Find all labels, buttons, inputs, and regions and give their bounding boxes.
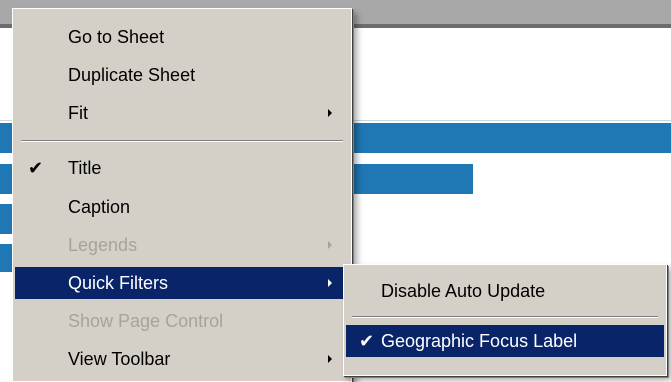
- menu-item-fit[interactable]: Fit: [15, 97, 349, 129]
- checkmark-icon: ✔: [28, 158, 44, 178]
- menu-item-label: Title: [68, 158, 102, 178]
- menu-item-quick-filters[interactable]: Quick Filters: [15, 267, 349, 299]
- menu-item-go-to-sheet[interactable]: Go to Sheet: [15, 21, 349, 53]
- menu-separator: [21, 140, 343, 142]
- submenu-item-disable-auto-update[interactable]: Disable Auto Update: [346, 275, 664, 307]
- submenu-item-label: Geographic Focus Label: [381, 331, 578, 351]
- submenu-arrow-icon: [328, 355, 332, 363]
- submenu-arrow-icon: [328, 279, 332, 287]
- submenu-arrow-icon: [328, 241, 332, 249]
- menu-item-show-page-control[interactable]: Show Page Control: [15, 305, 349, 337]
- menu-item-label: View Toolbar: [68, 349, 171, 369]
- submenu-item-geographic-focus-label[interactable]: ✔ Geographic Focus Label: [346, 325, 664, 357]
- quick-filters-submenu: Disable Auto Update ✔ Geographic Focus L…: [343, 264, 667, 376]
- submenu-arrow-icon: [328, 109, 332, 117]
- menu-item-legends[interactable]: Legends: [15, 229, 349, 261]
- submenu-separator: [352, 316, 658, 318]
- menu-item-label: Legends: [68, 235, 138, 255]
- checkmark-icon: ✔: [359, 331, 375, 351]
- chart-bar: [0, 244, 12, 272]
- context-menu: Go to Sheet Duplicate Sheet Fit ✔ Title …: [12, 8, 352, 382]
- menu-item-duplicate-sheet[interactable]: Duplicate Sheet: [15, 59, 349, 91]
- menu-item-label: Fit: [68, 103, 88, 123]
- menu-item-label: Quick Filters: [68, 273, 169, 293]
- menu-item-label: Show Page Control: [68, 311, 224, 331]
- menu-item-caption[interactable]: Caption: [15, 191, 349, 223]
- menu-item-label: Go to Sheet: [68, 27, 165, 47]
- menu-item-label: Caption: [68, 197, 131, 217]
- menu-item-title[interactable]: ✔ Title: [15, 152, 349, 184]
- menu-item-view-toolbar[interactable]: View Toolbar: [15, 343, 349, 375]
- submenu-item-label: Disable Auto Update: [381, 281, 546, 301]
- chart-bar: [0, 204, 12, 234]
- menu-item-label: Duplicate Sheet: [68, 65, 196, 85]
